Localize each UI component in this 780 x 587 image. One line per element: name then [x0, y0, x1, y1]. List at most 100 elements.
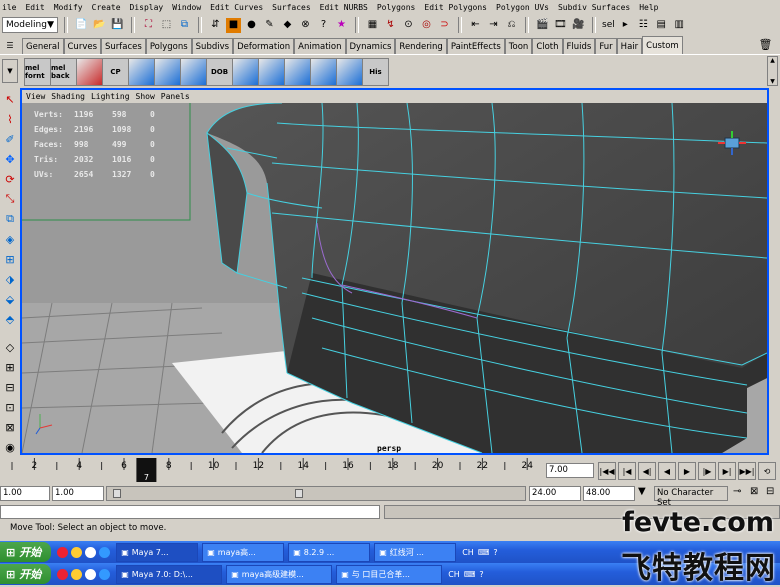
panel-menu-item[interactable]: Panels: [161, 92, 190, 101]
mask-object-icon[interactable]: ■: [226, 17, 241, 33]
language-indicator[interactable]: CH: [448, 570, 460, 579]
tab-animation[interactable]: Animation: [294, 38, 346, 54]
graph-layout-icon[interactable]: ⊠: [1, 418, 19, 436]
rotate-tool-icon[interactable]: ⟳: [1, 170, 19, 188]
shelf-button[interactable]: mel fornt: [24, 58, 51, 86]
menu-item[interactable]: Modify: [54, 3, 83, 12]
end-time-field[interactable]: 48.00: [583, 486, 635, 501]
help-icon[interactable]: ?: [493, 548, 497, 557]
preferences-icon[interactable]: ⊟: [766, 486, 774, 497]
step-forward-key-icon[interactable]: ▶|: [718, 462, 736, 480]
tab-rendering[interactable]: Rendering: [395, 38, 447, 54]
mask-curve-icon[interactable]: ⊗: [298, 18, 313, 33]
new-scene-icon[interactable]: 📄: [74, 18, 89, 33]
panel-menu-item[interactable]: View: [26, 92, 45, 101]
folder-icon[interactable]: [71, 568, 83, 580]
snap-grid-icon[interactable]: ▦: [365, 18, 380, 33]
media-icon[interactable]: [57, 546, 69, 558]
keyboard-icon[interactable]: ⌨: [478, 548, 490, 557]
move-tool-icon[interactable]: ✥: [1, 150, 19, 168]
scroll-down-icon[interactable]: ▼: [770, 78, 775, 85]
tab-hair[interactable]: Hair: [616, 38, 643, 54]
tab-deformation[interactable]: Deformation: [233, 38, 295, 54]
range-slider[interactable]: [106, 486, 526, 501]
mask-face-icon[interactable]: ◆: [280, 18, 295, 33]
universal-manip-icon[interactable]: ⧉: [1, 210, 19, 228]
open-scene-icon[interactable]: 📂: [92, 18, 107, 33]
shelf-button[interactable]: [258, 58, 285, 86]
media-icon[interactable]: [57, 568, 69, 580]
snap-point-icon[interactable]: ⊙: [401, 18, 416, 33]
menu-item[interactable]: Polygons: [377, 3, 416, 12]
live-surface-icon[interactable]: ⊃: [437, 18, 452, 33]
ipr-render-icon[interactable]: 🎞: [553, 18, 568, 33]
shelf-options-icon[interactable]: ▼: [2, 59, 18, 83]
tab-polygons[interactable]: Polygons: [145, 38, 192, 54]
taskbar-item[interactable]: ▣ 8.2.9 ...: [288, 542, 371, 562]
menu-item[interactable]: Edit Polygons: [424, 3, 487, 12]
tab-painteffects[interactable]: PaintEffects: [446, 38, 505, 54]
step-forward-frame-icon[interactable]: |▶: [698, 462, 716, 480]
shelf-button[interactable]: [180, 58, 207, 86]
loop-icon[interactable]: ⟲: [758, 462, 776, 480]
time-slider-ruler[interactable]: 72 4 6 8 10 12 14 16 18 20 22 24: [0, 456, 545, 484]
select-tool-icon[interactable]: ↖: [1, 90, 19, 108]
save-scene-icon[interactable]: 💾: [110, 18, 125, 33]
language-indicator[interactable]: CH: [462, 548, 474, 557]
shelf-menu-icon[interactable]: ☰: [2, 38, 18, 52]
panel-menu-item[interactable]: Show: [136, 92, 155, 101]
soft-mod-icon[interactable]: ◈: [1, 230, 19, 248]
shelf-button[interactable]: [128, 58, 155, 86]
taskbar-item[interactable]: ▣ maya高级建模...: [226, 564, 333, 584]
last-tool-icon[interactable]: ⬗: [1, 270, 19, 288]
menu-item[interactable]: Edit NURBS: [320, 3, 368, 12]
shelf-button[interactable]: [310, 58, 337, 86]
panel-menu-item[interactable]: Shading: [51, 92, 85, 101]
snap-plane-icon[interactable]: ◎: [419, 18, 434, 33]
channel-box-icon[interactable]: ☷: [636, 18, 651, 33]
tab-cloth[interactable]: Cloth: [532, 38, 563, 54]
two-pane-layout-icon[interactable]: ⊟: [1, 378, 19, 396]
taskbar-item[interactable]: ▣ Maya 7.0: D:\...: [116, 564, 223, 584]
chevron-right-icon[interactable]: ▸: [618, 18, 633, 33]
render-frame-icon[interactable]: 🎬: [535, 18, 550, 33]
attribute-editor-icon[interactable]: ▤: [654, 18, 669, 33]
browser-icon[interactable]: [85, 568, 97, 580]
menu-item[interactable]: Display: [130, 3, 164, 12]
range-end-handle[interactable]: [295, 489, 303, 498]
key-icon[interactable]: ⊸: [733, 486, 741, 497]
shelf-button[interactable]: His: [362, 58, 389, 86]
go-to-end-icon[interactable]: ▶▶|: [738, 462, 756, 480]
shelf-button[interactable]: DOB: [206, 58, 233, 86]
tab-toon[interactable]: Toon: [504, 38, 533, 54]
shelf-button[interactable]: [76, 58, 103, 86]
last-tool-3-icon[interactable]: ⬘: [1, 310, 19, 328]
panel-menu-item[interactable]: Lighting: [91, 92, 130, 101]
shelf-button[interactable]: [284, 58, 311, 86]
app-icon[interactable]: [99, 568, 111, 580]
taskbar-item[interactable]: ▣ 红线河 ...: [374, 542, 457, 562]
character-set-menu[interactable]: No Character Set: [654, 486, 728, 508]
tab-fluids[interactable]: Fluids: [562, 38, 596, 54]
playback-start-field[interactable]: 1.00: [52, 486, 104, 501]
menu-item[interactable]: Window: [172, 3, 201, 12]
render-globals-icon[interactable]: 🎥: [571, 18, 586, 33]
start-button[interactable]: ⊞ 开始: [0, 564, 52, 584]
taskbar-item[interactable]: ▣ Maya 7...: [116, 542, 199, 562]
menu-item[interactable]: Subdiv Surfaces: [558, 3, 630, 12]
step-back-frame-icon[interactable]: ◀|: [638, 462, 656, 480]
four-pane-layout-icon[interactable]: ⊞: [1, 358, 19, 376]
app-icon[interactable]: [99, 546, 111, 558]
help-icon[interactable]: ?: [479, 570, 483, 579]
mode-dropdown[interactable]: Modeling ▼: [2, 17, 58, 33]
keyboard-icon[interactable]: ⌨: [464, 570, 476, 579]
hypershade-layout-icon[interactable]: ◉: [1, 438, 19, 456]
scroll-up-icon[interactable]: ▲: [770, 57, 775, 64]
paint-select-icon[interactable]: ✐: [1, 130, 19, 148]
show-manip-icon[interactable]: ⊞: [1, 250, 19, 268]
shelf-button[interactable]: [154, 58, 181, 86]
menu-item[interactable]: Create: [92, 3, 121, 12]
play-backward-icon[interactable]: ◀: [658, 462, 676, 480]
output-ops-icon[interactable]: ⇥: [486, 18, 501, 33]
step-back-key-icon[interactable]: |◀: [618, 462, 636, 480]
